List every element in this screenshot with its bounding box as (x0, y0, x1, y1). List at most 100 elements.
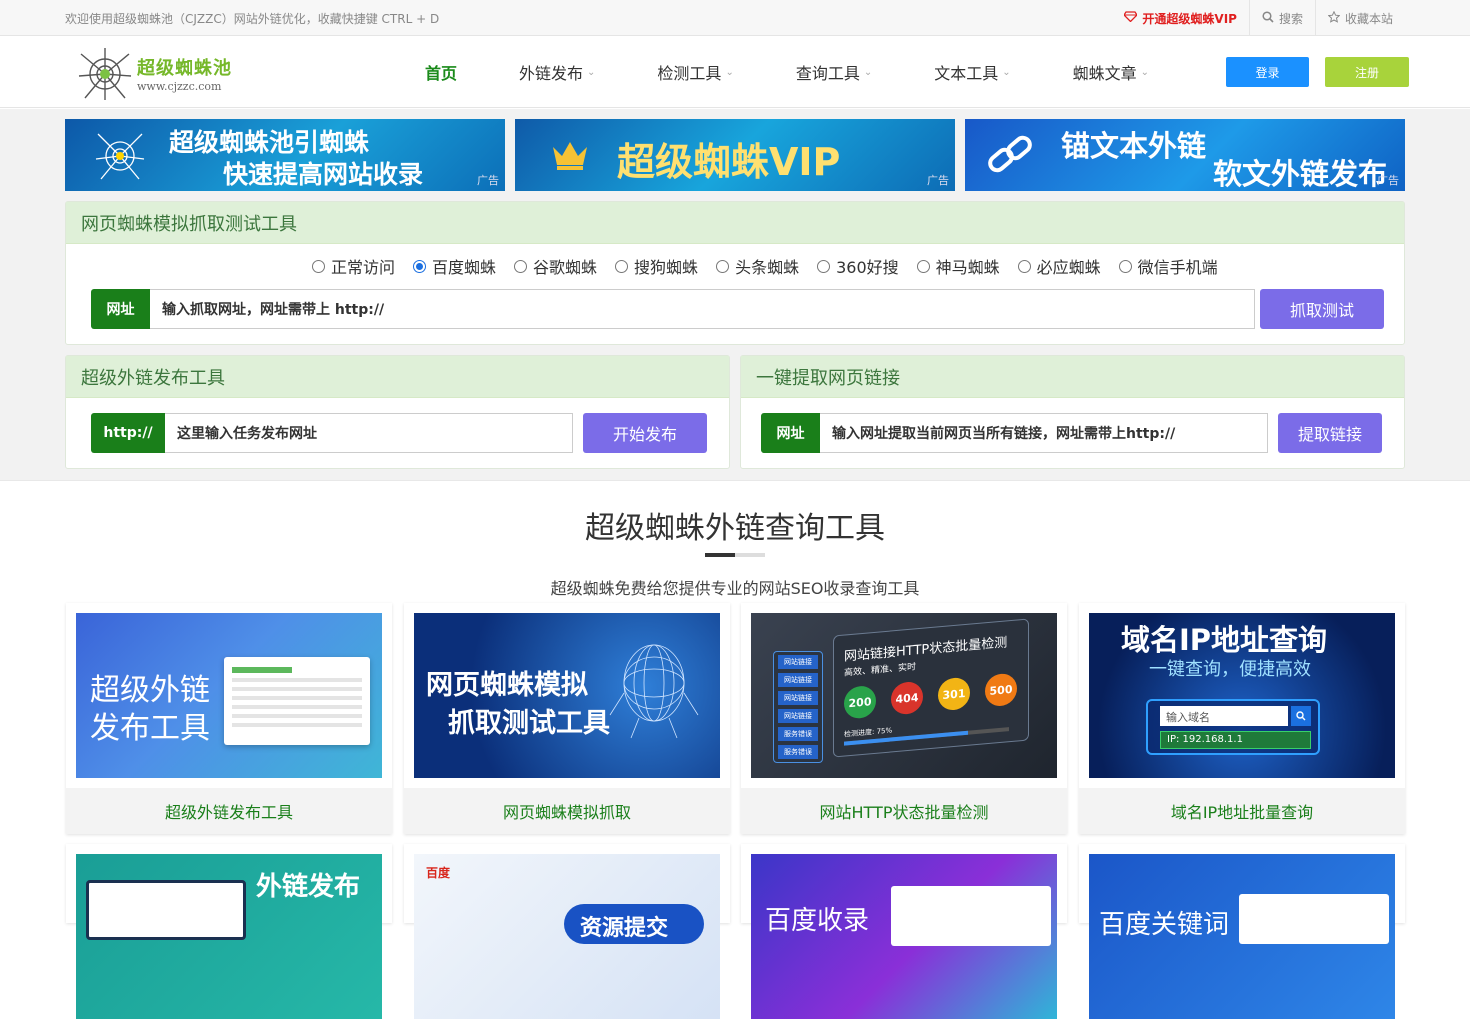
search-icon (1262, 10, 1274, 26)
favorite-label: 收藏本站 (1344, 11, 1393, 26)
mock-ip-text: IP: 192.168.1.1 (1167, 734, 1243, 745)
chevron-down-icon: ⌄ (1140, 66, 1150, 78)
radio-google[interactable]: 谷歌蜘蛛 (514, 254, 597, 278)
section-title: 超级蜘蛛外链查询工具 (585, 511, 885, 546)
tool-card-row2-3[interactable]: 百度收录 (741, 844, 1067, 1019)
main-header: 超级蜘蛛池 www.cjzzc.com 首页 外链发布 ⌄ 检测工具 ⌄ 查询工具 ⌄… (0, 36, 1470, 108)
welcome-text: 欢迎使用超级蜘蛛池（CJZZC）网站外链优化，收藏快捷键 CTRL + D (65, 12, 440, 26)
radio-label: 百度蜘蛛 (432, 258, 497, 277)
radio-label: 搜狗蜘蛛 (634, 258, 699, 277)
radio-label: 正常访问 (331, 258, 396, 277)
tool-card-domain-ip[interactable]: 域名IP地址查询 一键查询，便捷高效 输入域名 IP: 192.168.1.1 … (1079, 603, 1405, 834)
wireframe-mesh-icon (604, 633, 704, 747)
status-code-200: 200 (844, 684, 876, 720)
radio-circle (1118, 259, 1132, 273)
baidu-logo: 百度 (426, 866, 451, 880)
card-caption: 网站HTTP状态批量检测 (741, 788, 1067, 834)
nav-label: 检测工具 (657, 64, 722, 83)
card-image: 网站链接 网站链接 网站链接 网站链接 服务错误 服务错误 网站链接HTTP状态… (751, 613, 1057, 778)
publish-url-input[interactable]: 这里输入任务发布网址 (165, 413, 573, 453)
publish-url-group: http:// 这里输入任务发布网址 (91, 413, 573, 453)
nav-item-check-tools[interactable]: 检测工具 ⌄ (642, 36, 748, 108)
mock-ip-result: IP: 192.168.1.1 (1160, 731, 1311, 749)
submit-badge-text: 资源提交 (580, 916, 669, 941)
login-button[interactable]: 登录 (1226, 57, 1309, 87)
card-caption: 超级外链发布工具 (66, 788, 392, 834)
tool-card-row2-4[interactable]: 百度关键词 (1079, 844, 1405, 1019)
radio-toutiao[interactable]: 头条蜘蛛 (716, 254, 799, 278)
spider-type-options: 正常访问 百度蜘蛛 谷歌蜘蛛 搜狗蜘蛛 头条蜘蛛 360好搜 神马蜘蛛 必应蜘蛛… (312, 254, 1218, 278)
site-logo[interactable]: 超级蜘蛛池 www.cjzzc.com (77, 46, 237, 101)
extract-links-button[interactable]: 提取链接 (1278, 413, 1382, 453)
image-text-line: 抓取测试工具 (448, 708, 610, 739)
crawl-test-button[interactable]: 抓取测试 (1260, 289, 1384, 329)
status-sidebar-item: 网站链接 (778, 691, 818, 705)
image-text-line: 网页蜘蛛模拟 (426, 670, 588, 701)
nav-item-articles[interactable]: 蜘蛛文章 ⌄ (1058, 36, 1164, 108)
vip-label: 开通超级蜘蛛VIP (1142, 11, 1237, 26)
tool-card-row2-1[interactable]: 外链发布 (66, 844, 392, 1019)
radio-circle (615, 259, 629, 273)
tool-card-spider-crawl[interactable]: 网页蜘蛛模拟 抓取测试工具 网页蜘蛛模拟抓取 (404, 603, 730, 834)
radio-normal[interactable]: 正常访问 (312, 254, 395, 278)
status-code-404: 404 (891, 680, 923, 716)
nav-label: 首页 (425, 64, 458, 83)
logo-domain: www.cjzzc.com (137, 80, 222, 93)
table-mockup (1239, 894, 1389, 944)
status-sidebar: 网站链接 网站链接 网站链接 网站链接 服务错误 服务错误 (773, 651, 823, 763)
radio-sogou[interactable]: 搜狗蜘蛛 (615, 254, 698, 278)
banner-spider-pool[interactable]: 超级蜘蛛池引蜘蛛 快速提高网站收录 广告 (65, 119, 505, 191)
radio-label: 头条蜘蛛 (735, 258, 800, 277)
crawl-url-input[interactable]: 输入抓取网址，网址需带上 http:// (150, 289, 1255, 329)
mock-input-placeholder: 输入域名 (1166, 711, 1210, 724)
chevron-down-icon: ⌄ (587, 66, 596, 78)
chevron-down-icon: ⌄ (1002, 66, 1011, 78)
search-icon (1291, 706, 1311, 726)
nav-item-home[interactable]: 首页 (410, 36, 472, 108)
card-image: 域名IP地址查询 一键查询，便捷高效 输入域名 IP: 192.168.1.1 (1089, 613, 1395, 778)
banner-vip[interactable]: 超级蜘蛛VIP 广告 (515, 119, 955, 191)
radio-360[interactable]: 360好搜 (817, 254, 899, 278)
ad-label: 广告 (927, 174, 949, 187)
radio-circle (1017, 259, 1031, 273)
mock-domain-input: 输入域名 IP: 192.168.1.1 (1146, 699, 1320, 755)
banner-anchor-text[interactable]: 锚文本外链 软文外链发布 广告 (965, 119, 1405, 191)
status-sidebar-item: 网站链接 (778, 709, 818, 723)
start-publish-button[interactable]: 开始发布 (583, 413, 707, 453)
nav-label: 蜘蛛文章 (1072, 64, 1137, 83)
submit-badge: 资源提交 (564, 904, 704, 944)
nav-item-link-publish[interactable]: 外链发布 ⌄ (504, 36, 610, 108)
spider-logo-icon (77, 46, 133, 106)
diamond-icon (1123, 11, 1139, 25)
crown-icon (550, 139, 590, 175)
nav-label: 查询工具 (795, 64, 860, 83)
radio-wechat[interactable]: 微信手机端 (1118, 254, 1218, 278)
favorite-link[interactable]: 收藏本站 (1314, 0, 1405, 36)
image-text-line: 外链发布 (256, 872, 361, 902)
register-button[interactable]: 注册 (1325, 57, 1409, 87)
table-mockup (891, 886, 1051, 946)
status-code-301: 301 (938, 676, 970, 712)
tool-card-link-publish[interactable]: 超级外链 发布工具 超级外链发布工具 (66, 603, 392, 834)
card-image: 超级外链 发布工具 (76, 613, 382, 778)
search-link[interactable]: 搜索 (1248, 0, 1315, 36)
vip-link[interactable]: 开通超级蜘蛛VIP (1112, 0, 1249, 36)
radio-circle (514, 259, 528, 273)
nav-item-query-tools[interactable]: 查询工具 ⌄ (781, 36, 887, 108)
table-mockup (224, 657, 370, 745)
extract-url-input[interactable]: 输入网址提取当前网页当所有链接，网址需带上http:// (820, 413, 1268, 453)
crawl-test-panel: 网页蜘蛛模拟抓取测试工具 正常访问 百度蜘蛛 谷歌蜘蛛 搜狗蜘蛛 头条蜘蛛 36… (65, 201, 1405, 345)
radio-baidu[interactable]: 百度蜘蛛 (413, 254, 496, 278)
radio-shenma[interactable]: 神马蜘蛛 (916, 254, 1000, 278)
image-subtitle: 一键查询，便捷高效 (1149, 659, 1311, 680)
radio-bing[interactable]: 必应蜘蛛 (1017, 254, 1101, 278)
nav-item-text-tools[interactable]: 文本工具 ⌄ (919, 36, 1025, 108)
status-sidebar-item: 网站链接 (778, 655, 818, 669)
radio-circle-selected (413, 259, 427, 273)
url-label: 网址 (91, 289, 150, 329)
radio-label: 神马蜘蛛 (935, 258, 1000, 277)
radio-circle (312, 259, 325, 273)
radio-label: 必应蜘蛛 (1036, 258, 1101, 277)
tool-card-row2-2[interactable]: 百度 资源提交 (404, 844, 730, 1019)
tool-card-http-status[interactable]: 网站链接 网站链接 网站链接 网站链接 服务错误 服务错误 网站链接HTTP状态… (741, 603, 1067, 834)
